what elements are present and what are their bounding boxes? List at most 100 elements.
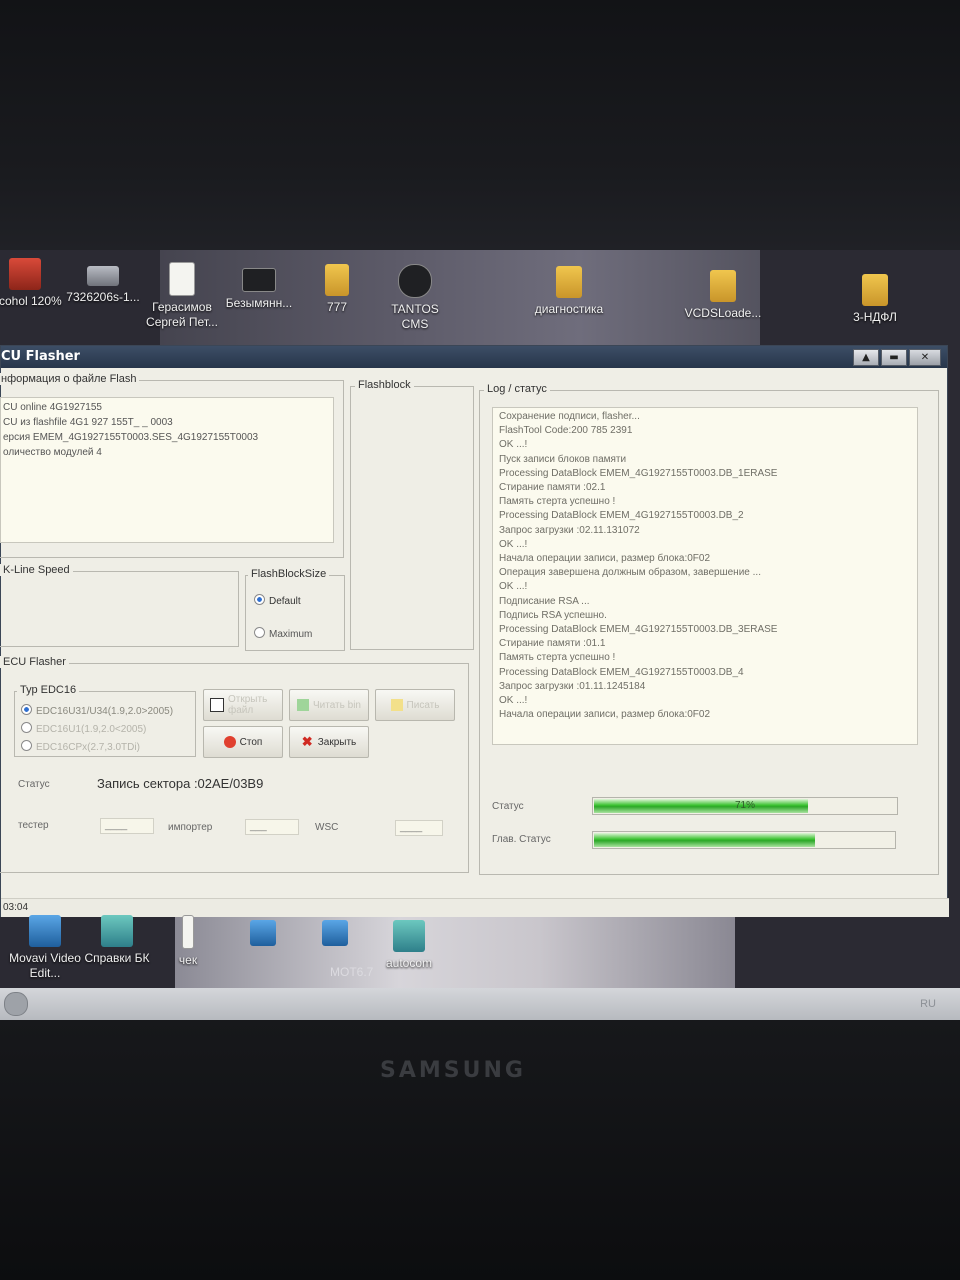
desktop-icon-label: 777 xyxy=(326,300,348,314)
log-line: Подписание RSA ... xyxy=(499,595,590,607)
desktop-icon-label: Безымянн... xyxy=(225,296,293,310)
shortcut-icon xyxy=(322,920,348,946)
log-line: Processing DataBlock EMEM_4G1927155T0003… xyxy=(499,510,744,522)
radio-edc16u31[interactable]: EDC16U31/U34(1.9,2.0>2005) xyxy=(21,704,173,717)
folder-icon xyxy=(556,266,582,298)
radio-unselected-icon xyxy=(21,722,32,733)
monitor-bezel-top xyxy=(0,0,960,250)
desktop-icon-label: чек xyxy=(178,953,198,967)
desktop-icon-alcohol[interactable]: Alcohol 120% xyxy=(0,258,68,309)
flash-info-group-label: нформация о файле Flash xyxy=(0,373,140,385)
window-minimize-button[interactable]: ▬ xyxy=(881,349,907,366)
log-status-group: Log / статус Сохранение подписи, flasher… xyxy=(479,383,939,875)
start-button[interactable] xyxy=(4,992,28,1016)
taskbar: RU xyxy=(0,988,960,1020)
log-line: FlashTool Code:200 785 2391 xyxy=(499,425,633,437)
window-titlebar[interactable]: CU Flasher ▲ ▬ ✕ xyxy=(1,346,947,368)
tray-language[interactable]: RU xyxy=(920,998,936,1010)
radio-edc16cpx[interactable]: EDC16CPx(2.7,3.0TDi) xyxy=(21,740,140,753)
radio-edc16u1[interactable]: EDC16U1(1.9,2.0<2005) xyxy=(21,722,146,735)
read-bin-button[interactable]: Читать bin xyxy=(289,689,369,721)
log-line: Операция завершена должным образом, заве… xyxy=(499,567,761,579)
desktop-icon-screenshot[interactable]: Безымянн... xyxy=(216,268,302,311)
stop-label: Стоп xyxy=(239,736,263,748)
desktop-icon-autocom[interactable]: autocom xyxy=(366,920,452,971)
write-button[interactable]: Писать xyxy=(375,689,455,721)
spravki-icon xyxy=(101,915,133,947)
flashblock-group: Flashblock xyxy=(350,379,474,650)
desktop-icon-chek[interactable]: чек xyxy=(148,915,228,968)
log-line: Начала операции записи, размер блока:0F0… xyxy=(499,709,711,721)
close-button[interactable]: ✖ Закрыть xyxy=(289,726,369,758)
folder-icon xyxy=(862,274,888,306)
importer-field[interactable]: ___ xyxy=(245,819,299,835)
flashblock-group-label: Flashblock xyxy=(355,379,414,391)
kline-speed-group: K-Line Speed xyxy=(0,564,239,647)
log-line: OK ...! xyxy=(499,538,528,550)
status-value: Запись сектора :02AE/03B9 xyxy=(97,776,264,791)
flash-info-textbox[interactable]: CU online 4G1927155 CU из flashfile 4G1 … xyxy=(0,397,334,543)
write-label: Писать xyxy=(406,699,440,711)
stop-icon xyxy=(223,736,236,748)
wsc-field[interactable]: ____ xyxy=(395,820,443,836)
main-status-progress-bar xyxy=(592,831,896,849)
desktop-icon-folder-777[interactable]: 777 xyxy=(294,264,380,315)
window-up-button[interactable]: ▲ xyxy=(853,349,879,366)
desktop-icon-tantos[interactable]: TANTOS CMS xyxy=(372,264,458,332)
screenshot-icon xyxy=(242,268,276,292)
flash-info-line: ерсия EMEM_4G1927155T0003.SES_4G1927155T… xyxy=(3,432,259,443)
radio-unselected-icon xyxy=(21,740,32,751)
ecu-flasher-group-label: ECU Flasher xyxy=(0,656,69,668)
ecu-flasher-window: CU Flasher ▲ ▬ ✕ нформация о файле Flash… xyxy=(0,345,949,917)
document-icon xyxy=(169,262,195,296)
read-bin-label: Читать bin xyxy=(313,699,361,711)
flashblocksize-group-label: FlashBlockSize xyxy=(248,568,330,580)
radio-edc16cpx-label: EDC16CPx(2.7,3.0TDi) xyxy=(36,742,140,753)
log-line: OK ...! xyxy=(499,439,528,451)
document-icon xyxy=(182,915,194,949)
desktop-icon-label: Герасимов Сергей Пет... xyxy=(146,300,218,329)
radio-maximum[interactable]: Maximum xyxy=(254,627,312,640)
radio-default[interactable]: Default xyxy=(254,594,301,607)
open-file-label: Открыть файл xyxy=(228,694,268,716)
folder-icon xyxy=(710,270,736,302)
flash-info-line: оличество модулей 4 xyxy=(3,447,102,458)
flashblocksize-group: FlashBlockSize Default Maximum xyxy=(245,568,345,651)
edc16-type-group-label: Тур EDC16 xyxy=(17,684,80,696)
shortcut-icon xyxy=(250,920,276,946)
folder-icon xyxy=(325,264,349,296)
radio-selected-icon xyxy=(21,704,32,715)
flash-info-group: нформация о файле Flash CU online 4G1927… xyxy=(0,373,344,558)
radio-edc16u1-label: EDC16U1(1.9,2.0<2005) xyxy=(36,724,147,735)
image-file-icon xyxy=(87,266,119,286)
window-controls: ▲ ▬ ✕ xyxy=(853,349,941,366)
radio-edc16u31-label: EDC16U31/U34(1.9,2.0>2005) xyxy=(36,706,174,717)
monitor-brand-logo: SAMSUNG xyxy=(380,1058,526,1083)
stop-button[interactable]: Стоп xyxy=(203,726,283,758)
log-line: Processing DataBlock EMEM_4G1927155T0003… xyxy=(499,467,778,479)
log-textbox[interactable]: Сохранение подписи, flasher... FlashTool… xyxy=(492,407,918,745)
log-line: Память стерта успешно ! xyxy=(499,496,616,508)
log-line: Подпись RSA успешно. xyxy=(499,609,607,621)
desktop-icon-document[interactable]: Герасимов Сергей Пет... xyxy=(139,262,225,330)
open-file-icon xyxy=(210,698,224,712)
log-line: Стирание памяти :02.1 xyxy=(499,482,606,494)
desktop-screen: Alcohol 120% 7326206s-1... Герасимов Сер… xyxy=(0,250,960,1020)
desktop-icon-label: диагностика xyxy=(534,302,604,316)
desktop-icon-diagnostika[interactable]: диагностика xyxy=(526,266,612,317)
tester-field[interactable]: ____ xyxy=(100,818,154,834)
radio-unselected-icon xyxy=(254,627,265,638)
window-client-area: нформация о файле Flash CU online 4G1927… xyxy=(0,368,949,917)
radio-maximum-label: Maximum xyxy=(269,629,313,640)
desktop-icon-image-file[interactable]: 7326206s-1... xyxy=(60,258,146,305)
radio-selected-icon xyxy=(254,594,265,605)
desktop-icon-label: autocom xyxy=(385,956,433,970)
desktop-icon-3-ndfl[interactable]: 3-НДФЛ xyxy=(832,274,918,325)
desktop-icon-vcdsloader[interactable]: VCDSLoade... xyxy=(680,270,766,321)
kline-speed-group-label: K-Line Speed xyxy=(0,564,73,576)
log-line: Стирание памяти :01.1 xyxy=(499,638,606,650)
close-label: Закрыть xyxy=(317,736,357,748)
open-file-button[interactable]: Открыть файл xyxy=(203,689,283,721)
window-close-button[interactable]: ✕ xyxy=(909,349,941,366)
edc16-type-group: Тур EDC16 EDC16U31/U34(1.9,2.0>2005) EDC… xyxy=(14,684,196,757)
